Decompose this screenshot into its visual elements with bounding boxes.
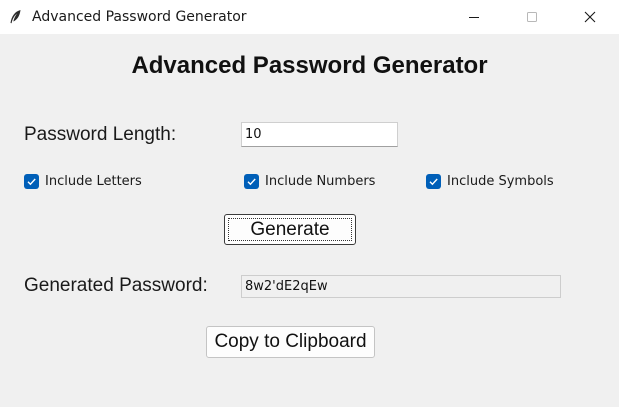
generate-button-label: Generate <box>250 218 330 240</box>
minimize-icon <box>468 11 480 23</box>
checkmark-icon <box>24 173 39 189</box>
include-numbers-checkbox[interactable]: Include Numbers <box>244 172 375 190</box>
minimize-button[interactable] <box>451 0 497 34</box>
page-title: Advanced Password Generator <box>131 52 488 79</box>
maximize-button[interactable] <box>509 0 555 34</box>
generated-password-label: Generated Password: <box>24 275 208 296</box>
include-letters-checkbox[interactable]: Include Letters <box>24 172 142 190</box>
password-length-label: Password Length: <box>24 124 177 145</box>
checkmark-icon <box>426 173 441 189</box>
app-window: Advanced Password Generator Advanced Pas… <box>0 0 619 407</box>
password-length-input[interactable] <box>241 122 398 147</box>
maximize-icon <box>526 11 538 23</box>
feather-icon <box>8 9 22 25</box>
include-symbols-label: Include Symbols <box>447 173 554 189</box>
close-icon <box>584 11 596 23</box>
generate-button[interactable]: Generate <box>224 214 356 245</box>
copy-button-label: Copy to Clipboard <box>214 331 367 352</box>
title-bar[interactable]: Advanced Password Generator <box>0 0 619 34</box>
window-title: Advanced Password Generator <box>32 9 247 25</box>
include-symbols-checkbox[interactable]: Include Symbols <box>426 172 554 190</box>
include-letters-label: Include Letters <box>45 173 142 189</box>
copy-to-clipboard-button[interactable]: Copy to Clipboard <box>206 326 375 358</box>
generated-password-field[interactable] <box>241 275 561 298</box>
close-button[interactable] <box>567 0 613 34</box>
include-numbers-label: Include Numbers <box>265 173 376 189</box>
checkmark-icon <box>244 173 259 189</box>
